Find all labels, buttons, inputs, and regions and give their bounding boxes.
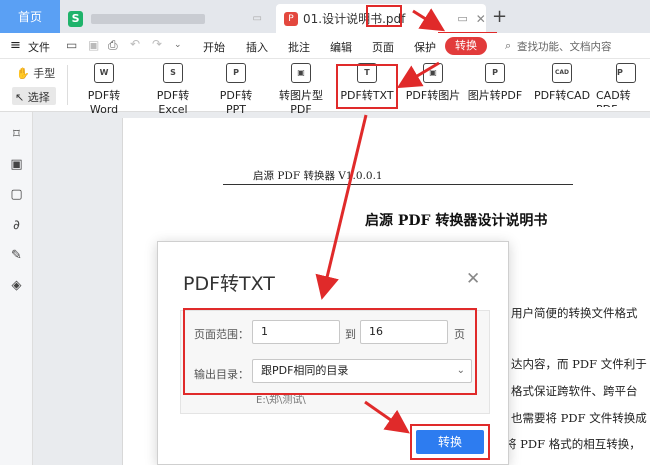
arrow-to-convert-button bbox=[364, 400, 410, 434]
annotation-arrows bbox=[315, 8, 446, 434]
arrow-to-convert-tab bbox=[412, 8, 446, 32]
arrow-to-pdf-to-txt bbox=[396, 61, 440, 89]
arrow-to-dialog bbox=[315, 114, 368, 300]
